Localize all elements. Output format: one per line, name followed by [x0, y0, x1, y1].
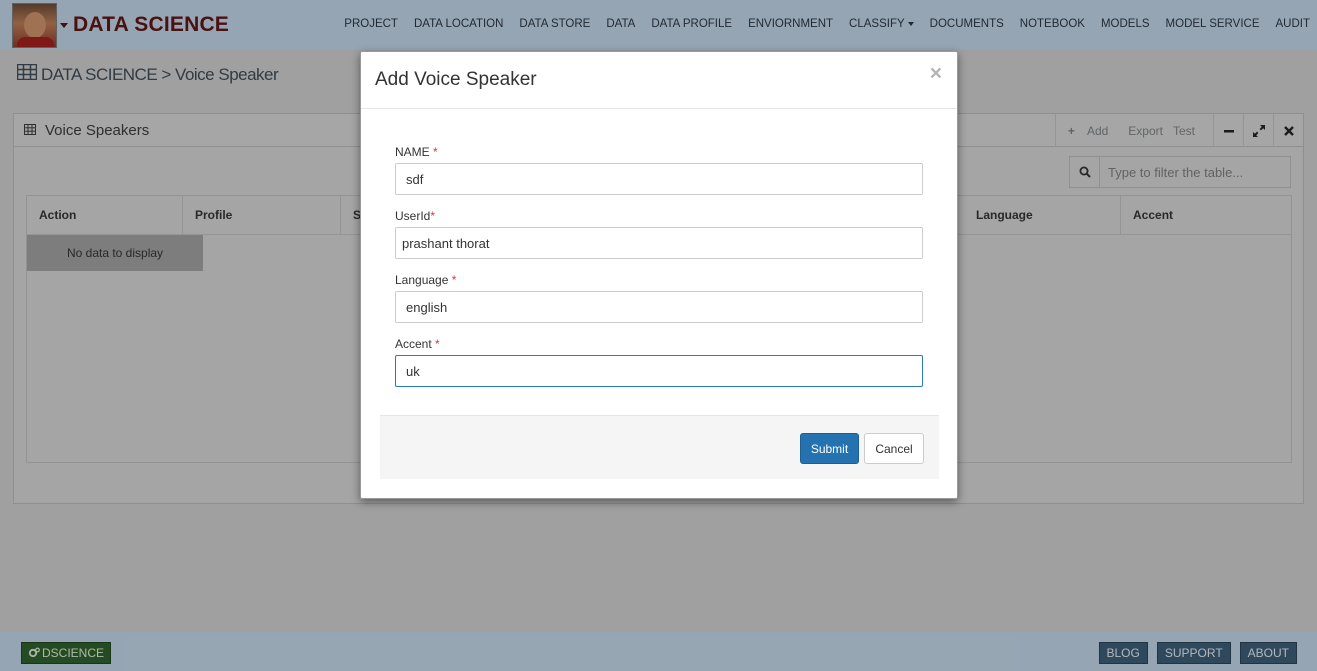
modal-title: Add Voice Speaker [375, 69, 537, 90]
close-icon[interactable]: × [930, 62, 942, 86]
userid-label-text: UserId [395, 209, 431, 223]
name-label-text: NAME [395, 145, 430, 159]
accent-input[interactable] [395, 355, 923, 387]
modal-header: Add Voice Speaker × [361, 52, 957, 109]
required-marker: * [451, 273, 457, 287]
cancel-button[interactable]: Cancel [864, 433, 924, 464]
required-marker: * [435, 337, 440, 351]
accent-label-text: Accent [395, 337, 432, 351]
name-field-group: NAME * [395, 145, 923, 195]
add-voice-speaker-dialog: Add Voice Speaker × NAME * UserId* Langu… [360, 51, 958, 499]
accent-label: Accent * [395, 337, 923, 353]
userid-label: UserId* [395, 209, 923, 225]
userid-input[interactable] [395, 227, 923, 259]
modal-footer: Submit Cancel [380, 415, 939, 479]
userid-field-group: UserId* [395, 209, 923, 259]
language-label: Language * [395, 273, 923, 289]
submit-button[interactable]: Submit [800, 433, 859, 464]
language-label-text: Language [395, 273, 449, 287]
name-input[interactable] [395, 163, 923, 195]
language-input[interactable] [395, 291, 923, 323]
language-field-group: Language * [395, 273, 923, 323]
required-marker: * [430, 209, 436, 223]
required-marker: * [433, 145, 438, 159]
name-label: NAME * [395, 145, 923, 161]
accent-field-group: Accent * [395, 337, 923, 387]
